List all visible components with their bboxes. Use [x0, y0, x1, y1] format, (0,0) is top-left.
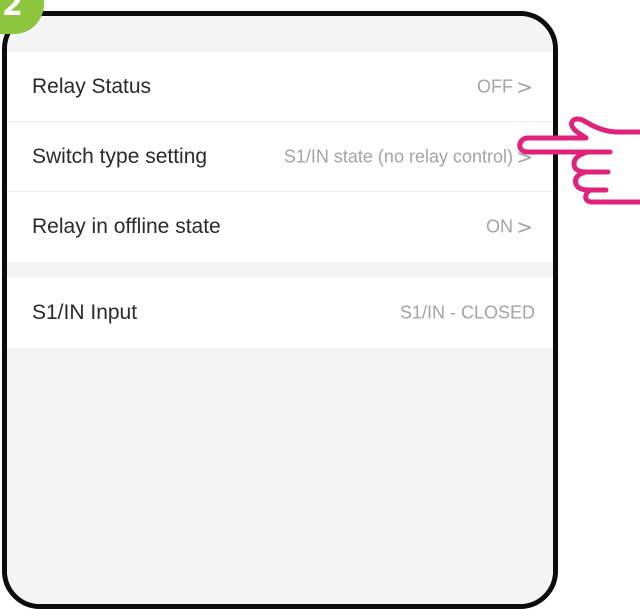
s1-in-input-row: S1/IN Input S1/IN - CLOSED: [7, 278, 553, 348]
switch-type-setting-row[interactable]: Switch type setting S1/IN state (no rela…: [7, 122, 553, 192]
s1-in-input-value: S1/IN - CLOSED: [399, 302, 535, 323]
switch-type-setting-label: Switch type setting: [32, 144, 208, 168]
pointing-hand-icon: [517, 116, 640, 205]
relay-status-label: Relay Status: [32, 74, 152, 98]
settings-group-relay: Relay Status OFF > Switch type setting S…: [7, 52, 553, 262]
chevron-right-icon: >: [516, 215, 533, 239]
relay-offline-state-value: ON: [486, 216, 513, 237]
settings-group-input: S1/IN Input S1/IN - CLOSED: [7, 278, 553, 348]
phone-frame: Relay Status OFF > Switch type setting S…: [2, 11, 558, 609]
relay-status-row[interactable]: Relay Status OFF >: [7, 52, 553, 122]
step-number: 2: [2, 0, 23, 23]
switch-type-setting-value: S1/IN state (no relay control): [283, 146, 513, 166]
settings-screen: Relay Status OFF > Switch type setting S…: [7, 16, 553, 604]
s1-in-input-label: S1/IN Input: [32, 301, 138, 324]
relay-status-value: OFF: [477, 76, 513, 96]
relay-offline-state-row[interactable]: Relay in offline state ON >: [7, 192, 553, 262]
relay-offline-state-label: Relay in offline state: [32, 215, 221, 238]
chevron-right-icon: >: [516, 74, 533, 99]
